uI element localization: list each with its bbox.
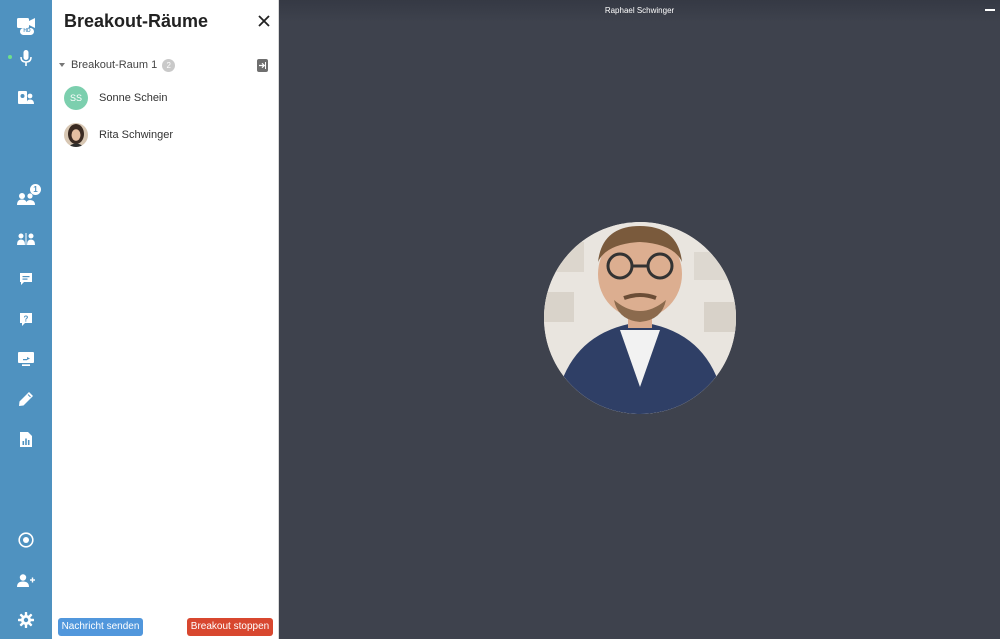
close-panel-button[interactable] bbox=[257, 14, 271, 28]
speaker-portrait bbox=[544, 222, 736, 414]
question-icon: ? bbox=[20, 312, 32, 326]
screen-share-button[interactable] bbox=[0, 344, 52, 374]
caret-down-icon bbox=[59, 63, 65, 67]
video-stage: Raphael Schwinger bbox=[279, 0, 1000, 639]
screen-share-icon bbox=[18, 352, 34, 366]
join-room-button[interactable] bbox=[257, 59, 268, 72]
toolbar-rail: HD 1 ? bbox=[0, 0, 52, 639]
chat-bubble-icon bbox=[20, 273, 32, 285]
record-icon bbox=[18, 532, 34, 548]
speaker-video bbox=[544, 222, 736, 414]
stop-breakout-button[interactable]: Breakout stoppen bbox=[187, 618, 273, 636]
breakout-room-header[interactable]: Breakout-Raum 1 2 bbox=[58, 56, 273, 74]
participants-count-badge: 1 bbox=[30, 184, 41, 195]
microphone-icon bbox=[20, 50, 32, 66]
chat-button[interactable] bbox=[0, 264, 52, 294]
send-message-button[interactable]: Nachricht senden bbox=[58, 618, 143, 636]
pencil-icon bbox=[19, 392, 33, 406]
questions-button[interactable]: ? bbox=[0, 304, 52, 334]
minimize-icon[interactable] bbox=[985, 9, 995, 11]
add-user-icon bbox=[17, 573, 35, 587]
record-button[interactable] bbox=[0, 525, 52, 555]
polls-button[interactable] bbox=[0, 424, 52, 454]
hd-badge: HD bbox=[20, 28, 34, 35]
panel-title: Breakout-Räume bbox=[64, 11, 209, 31]
member-name: Sonne Schein bbox=[99, 92, 168, 104]
room-member: SS Sonne Schein bbox=[64, 86, 264, 110]
avatar: SS bbox=[64, 86, 88, 110]
microphone-toggle[interactable] bbox=[0, 43, 52, 73]
room-member-count: 2 bbox=[162, 58, 176, 72]
contact-card-icon bbox=[18, 91, 34, 104]
breakout-rooms-icon bbox=[17, 233, 35, 245]
settings-button[interactable] bbox=[0, 605, 52, 635]
room-member: Rita Schwinger bbox=[64, 123, 264, 147]
speaker-name: Raphael Schwinger bbox=[604, 6, 675, 15]
gear-icon bbox=[18, 612, 34, 628]
avatar bbox=[64, 123, 88, 147]
invite-button[interactable] bbox=[0, 565, 52, 595]
camera-toggle[interactable]: HD bbox=[0, 8, 52, 38]
breakout-rooms-button[interactable] bbox=[0, 224, 52, 254]
member-name: Rita Schwinger bbox=[99, 129, 173, 141]
report-icon bbox=[20, 431, 32, 447]
participants-button[interactable]: 1 bbox=[0, 183, 52, 213]
close-icon bbox=[258, 15, 270, 27]
profile-photo bbox=[64, 123, 88, 147]
contacts-button[interactable] bbox=[0, 83, 52, 113]
enter-room-icon bbox=[259, 62, 266, 69]
room-name: Breakout-Raum 1 bbox=[71, 59, 158, 71]
breakout-panel: Breakout-Räume Breakout-Raum 1 2 SS Sonn… bbox=[52, 0, 279, 639]
svg-text:?: ? bbox=[24, 314, 29, 323]
whiteboard-button[interactable] bbox=[0, 384, 52, 414]
